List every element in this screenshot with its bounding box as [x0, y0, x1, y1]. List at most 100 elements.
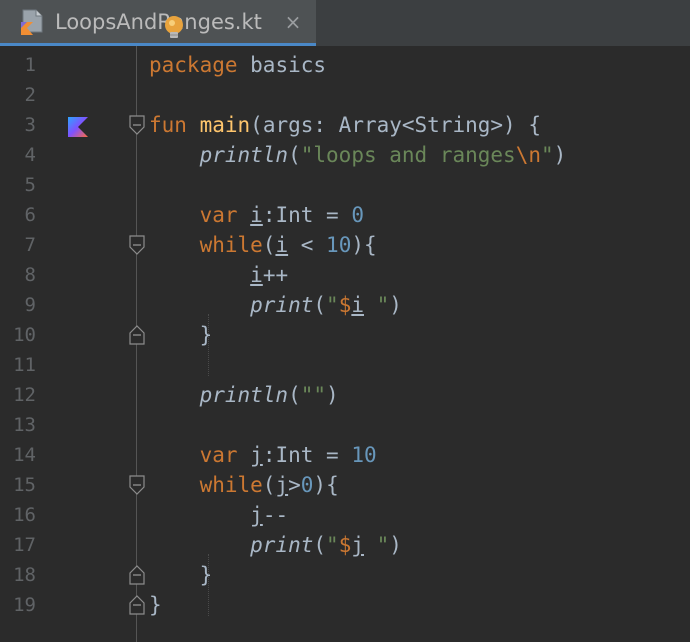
code-text[interactable]: var j:Int = 10	[149, 440, 377, 470]
code-token: (	[313, 293, 327, 317]
code-token: package	[149, 53, 238, 77]
code-text[interactable]: fun main(args: Array<String>) {	[149, 110, 541, 140]
fold-marker-icon[interactable]	[128, 475, 146, 495]
line-number: 19	[13, 594, 36, 616]
code-token: )	[389, 533, 402, 557]
code-line[interactable]: 2	[0, 80, 690, 110]
ide-window: LoopsAndRanges.kt × 1 package basics 2 3 fun…	[0, 0, 690, 642]
fold-marker-icon[interactable]	[128, 325, 146, 345]
code-token: j	[250, 503, 263, 527]
code-line[interactable]: 8 i++	[0, 260, 690, 290]
line-number: 16	[13, 504, 36, 526]
code-token: "	[540, 143, 554, 167]
code-token: var	[199, 443, 238, 467]
code-token: :Int =	[262, 443, 352, 467]
code-token: 10	[351, 443, 377, 467]
code-line[interactable]: 13	[0, 410, 690, 440]
code-text[interactable]: i++	[149, 260, 288, 290]
code-text[interactable]: println("")	[149, 380, 339, 410]
code-token: "	[326, 533, 339, 557]
fold-marker-icon[interactable]	[128, 595, 146, 615]
code-token: )	[389, 293, 402, 317]
code-line[interactable]: 19}	[0, 590, 690, 620]
code-token: )	[326, 383, 339, 407]
code-token: "loops and ranges	[300, 143, 516, 167]
code-line[interactable]: 7 while(i < 10){	[0, 230, 690, 260]
line-number: 7	[24, 234, 36, 256]
line-number: 4	[24, 144, 36, 166]
code-token: basics	[237, 53, 327, 77]
lightbulb-icon[interactable]	[162, 14, 186, 42]
code-text[interactable]: }	[149, 560, 213, 590]
code-line[interactable]: 9 print("$i ")	[0, 290, 690, 320]
code-token: j	[275, 473, 289, 497]
line-number: 2	[24, 84, 36, 106]
code-line[interactable]: 14 var j:Int = 10	[0, 440, 690, 470]
line-number: 8	[24, 264, 36, 286]
code-token: :Int =	[262, 203, 352, 227]
code-token: i	[250, 263, 263, 287]
line-number: 6	[24, 204, 36, 226]
code-line[interactable]: 4 println("loops and ranges\n")	[0, 140, 690, 170]
code-token: fun	[149, 113, 187, 137]
code-token: "	[364, 533, 390, 557]
fold-marker-icon[interactable]	[128, 235, 146, 255]
code-token: while	[199, 473, 263, 497]
tab-title: LoopsAndRanges.kt	[55, 10, 262, 34]
code-text[interactable]: print("$j ")	[149, 530, 402, 560]
code-line[interactable]: 11	[0, 350, 690, 380]
code-token: println	[199, 383, 289, 407]
code-text[interactable]: package basics	[149, 50, 326, 80]
line-number: 11	[13, 354, 36, 376]
code-line[interactable]: 16 j--	[0, 500, 690, 530]
code-token: "	[364, 293, 390, 317]
close-icon[interactable]: ×	[282, 9, 304, 35]
code-editor[interactable]: 1 package basics 2 3 fun main(args: Array<St…	[0, 46, 690, 642]
code-token: (	[288, 383, 301, 407]
code-token: >	[288, 473, 301, 497]
code-token: var	[199, 203, 238, 227]
fold-marker-icon[interactable]	[128, 565, 146, 585]
line-number: 3	[24, 114, 36, 136]
code-text[interactable]: while(j>0){	[149, 470, 339, 500]
code-text[interactable]: j--	[149, 500, 288, 530]
code-token: while	[199, 233, 263, 257]
code-text[interactable]: print("$i ")	[149, 290, 402, 320]
code-line[interactable]: 15 while(j>0){	[0, 470, 690, 500]
code-token: ){	[313, 473, 339, 497]
code-text[interactable]: while(i < 10){	[149, 230, 377, 260]
code-text[interactable]: println("loops and ranges\n")	[149, 140, 567, 170]
kotlin-run-icon[interactable]	[66, 115, 90, 139]
code-token: }	[149, 563, 213, 587]
code-token: )	[553, 143, 567, 167]
line-number: 18	[13, 564, 36, 586]
code-token: ""	[300, 383, 327, 407]
code-token: (	[288, 143, 301, 167]
code-line[interactable]: 5	[0, 170, 690, 200]
line-number: 1	[24, 54, 36, 76]
code-line[interactable]: 17 print("$j ")	[0, 530, 690, 560]
code-token: }	[149, 323, 213, 347]
code-line[interactable]: 18 }	[0, 560, 690, 590]
code-token: i	[351, 293, 364, 317]
code-token: (	[262, 473, 276, 497]
file-tab[interactable]: LoopsAndRanges.kt ×	[0, 0, 316, 46]
code-token: 0	[300, 473, 314, 497]
code-line[interactable]: 10 }	[0, 320, 690, 350]
code-token: main	[199, 113, 251, 137]
line-number: 13	[13, 414, 36, 436]
line-number: 5	[24, 174, 36, 196]
code-line[interactable]: 12 println("")	[0, 380, 690, 410]
code-line[interactable]: 3 fun main(args: Array<String>) {	[0, 110, 690, 140]
code-line[interactable]: 1 package basics	[0, 50, 690, 80]
line-number: 14	[13, 444, 36, 466]
code-text[interactable]: }	[149, 320, 213, 350]
code-text[interactable]: }	[149, 590, 162, 620]
code-line[interactable]: 6 var i:Int = 0	[0, 200, 690, 230]
code-text[interactable]: var i:Int = 0	[149, 200, 364, 230]
fold-marker-icon[interactable]	[128, 115, 146, 135]
